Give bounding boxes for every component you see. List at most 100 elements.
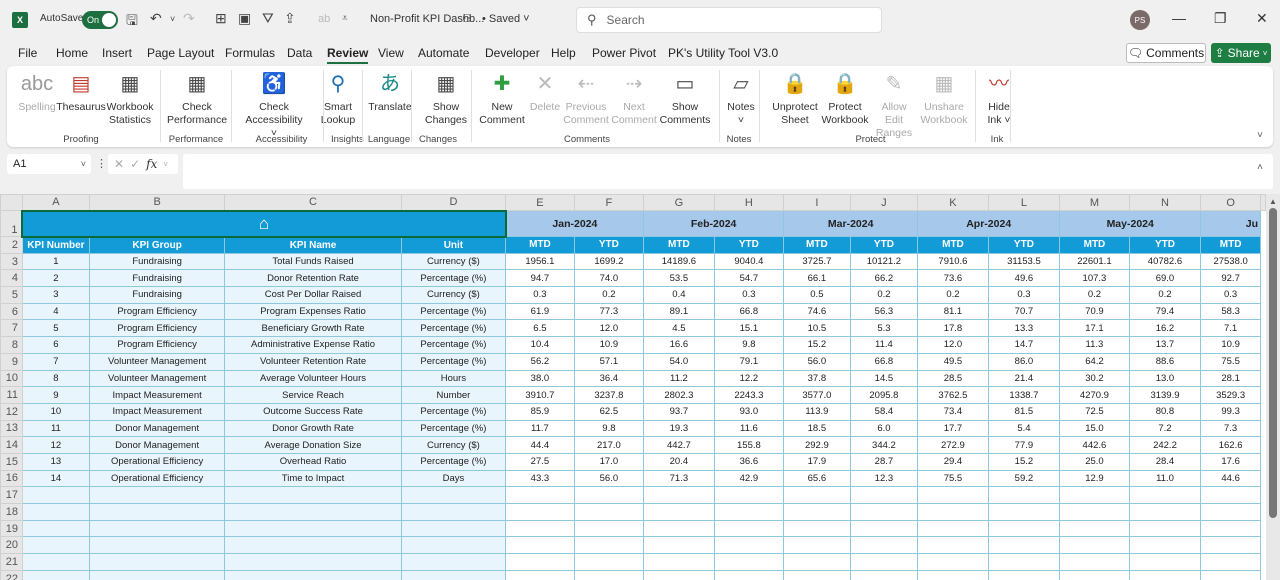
save-icon[interactable]: 🖫: [126, 10, 138, 34]
empty-cell[interactable]: [917, 536, 989, 555]
row-header[interactable]: 9: [0, 352, 23, 371]
empty-cell[interactable]: [1128, 486, 1202, 504]
value-cell[interactable]: 15.0: [1059, 419, 1130, 438]
value-cell[interactable]: 10.4: [505, 336, 575, 354]
value-cell[interactable]: 94.7: [505, 269, 575, 288]
value-cell[interactable]: 28.5: [917, 369, 989, 388]
value-cell[interactable]: 5.3: [849, 319, 919, 338]
empty-cell[interactable]: [573, 569, 645, 580]
column-header[interactable]: K: [917, 194, 989, 211]
value-cell[interactable]: 86.0: [987, 352, 1061, 371]
empty-cell[interactable]: [1128, 553, 1202, 571]
value-cell[interactable]: 93.0: [713, 402, 785, 421]
tab-formulas[interactable]: Formulas: [225, 46, 275, 60]
value-cell[interactable]: 57.1: [573, 352, 645, 371]
value-cell[interactable]: 3725.7: [783, 252, 851, 271]
value-cell[interactable]: 29.4: [917, 452, 989, 471]
empty-cell[interactable]: [1200, 536, 1261, 555]
value-cell[interactable]: 79.4: [1128, 302, 1202, 321]
autosave-toggle[interactable]: On: [82, 11, 118, 29]
value-cell[interactable]: 17.7: [917, 419, 989, 438]
empty-cell[interactable]: [224, 553, 402, 571]
empty-cell[interactable]: [88, 553, 226, 571]
unit-cell[interactable]: Currency ($): [400, 436, 507, 454]
column-header[interactable]: B: [88, 194, 226, 211]
empty-cell[interactable]: [1128, 503, 1202, 521]
column-header[interactable]: D: [400, 194, 507, 211]
kpi-number-cell[interactable]: 11: [21, 419, 90, 438]
empty-cell[interactable]: [224, 569, 402, 580]
value-cell[interactable]: 7.1: [1200, 319, 1261, 338]
value-cell[interactable]: 113.9: [783, 402, 851, 421]
value-cell[interactable]: 80.8: [1128, 402, 1202, 421]
value-cell[interactable]: 56.3: [849, 302, 919, 321]
value-cell[interactable]: 93.7: [643, 402, 715, 421]
tab-automate[interactable]: Automate: [418, 46, 469, 60]
unit-cell[interactable]: Percentage (%): [400, 319, 507, 338]
kpi-name-cell[interactable]: Overhead Ratio: [224, 452, 402, 471]
value-cell[interactable]: 88.6: [1128, 352, 1202, 371]
tab-home[interactable]: Home: [56, 46, 88, 60]
kpi-group-cell[interactable]: Operational Efficiency: [88, 452, 226, 471]
tab-page-layout[interactable]: Page Layout: [147, 46, 214, 60]
borders-icon[interactable]: ⊞: [215, 10, 227, 27]
home-icon[interactable]: ⌂: [259, 214, 269, 233]
value-cell[interactable]: 6.0: [849, 419, 919, 438]
empty-cell[interactable]: [1200, 486, 1261, 504]
row-header[interactable]: 6: [0, 302, 23, 321]
empty-cell[interactable]: [917, 569, 989, 580]
value-cell[interactable]: 3762.5: [917, 386, 989, 404]
unit-cell[interactable]: Percentage (%): [400, 336, 507, 354]
ribbon-button-check-performance[interactable]: ▦ Check Performance: [167, 70, 227, 127]
kpi-group-cell[interactable]: Impact Measurement: [88, 402, 226, 421]
row-header[interactable]: 15: [0, 452, 23, 471]
value-cell[interactable]: 1699.2: [573, 252, 645, 271]
sheet-table[interactable]: A B C D E F G H I J K L M N O 1 ⌂ Jan-2024 Feb-2024 Mar-202…: [0, 194, 1266, 580]
insert-function-icon[interactable]: fx: [146, 157, 157, 171]
column-header[interactable]: I: [783, 194, 851, 211]
empty-cell[interactable]: [21, 519, 90, 538]
value-cell[interactable]: 53.5: [643, 269, 715, 288]
value-cell[interactable]: 66.8: [713, 302, 785, 321]
value-cell[interactable]: 11.7: [505, 419, 575, 438]
value-cell[interactable]: 36.4: [573, 369, 645, 388]
ribbon-button-show-comments[interactable]: ▭ Show Comments: [660, 70, 711, 127]
value-cell[interactable]: 9.8: [713, 336, 785, 354]
unit-cell[interactable]: Percentage (%): [400, 352, 507, 371]
value-cell[interactable]: 14189.6: [643, 252, 715, 271]
kpi-group-cell[interactable]: Program Efficiency: [88, 302, 226, 321]
empty-cell[interactable]: [1200, 519, 1261, 538]
value-cell[interactable]: 162.6: [1200, 436, 1261, 454]
empty-cell[interactable]: [713, 519, 785, 538]
kpi-group-cell[interactable]: Operational Efficiency: [88, 469, 226, 488]
value-cell[interactable]: 65.6: [783, 469, 851, 488]
value-cell[interactable]: 66.8: [849, 352, 919, 371]
ribbon-button-notes[interactable]: ▱ Notes ˅: [718, 70, 764, 127]
empty-cell[interactable]: [400, 536, 507, 555]
empty-cell[interactable]: [1128, 569, 1202, 580]
empty-cell[interactable]: [713, 553, 785, 571]
unit-cell[interactable]: Days: [400, 469, 507, 488]
value-cell[interactable]: 75.5: [1200, 352, 1261, 371]
value-cell[interactable]: 11.4: [849, 336, 919, 354]
value-cell[interactable]: 30.2: [1059, 369, 1130, 388]
kpi-name-cell[interactable]: Donor Growth Rate: [224, 419, 402, 438]
ribbon-button-smart-lookup[interactable]: ⚲ Smart Lookup: [315, 70, 361, 127]
value-cell[interactable]: 15.1: [713, 319, 785, 338]
kpi-number-cell[interactable]: 10: [21, 402, 90, 421]
empty-cell[interactable]: [849, 553, 919, 571]
empty-cell[interactable]: [400, 553, 507, 571]
value-cell[interactable]: 12.2: [713, 369, 785, 388]
value-cell[interactable]: 12.9: [1059, 469, 1130, 488]
empty-cell[interactable]: [1128, 519, 1202, 538]
empty-cell[interactable]: [400, 569, 507, 580]
value-cell[interactable]: 1338.7: [987, 386, 1061, 404]
cancel-icon[interactable]: ✕: [114, 157, 124, 171]
empty-cell[interactable]: [1200, 553, 1261, 571]
row-header[interactable]: 22: [0, 569, 23, 580]
column-header[interactable]: M: [1059, 194, 1130, 211]
row-header[interactable]: 17: [0, 486, 23, 504]
row-header[interactable]: 3: [0, 252, 23, 271]
kpi-name-cell[interactable]: Beneficiary Growth Rate: [224, 319, 402, 338]
value-cell[interactable]: 99.3: [1200, 402, 1261, 421]
